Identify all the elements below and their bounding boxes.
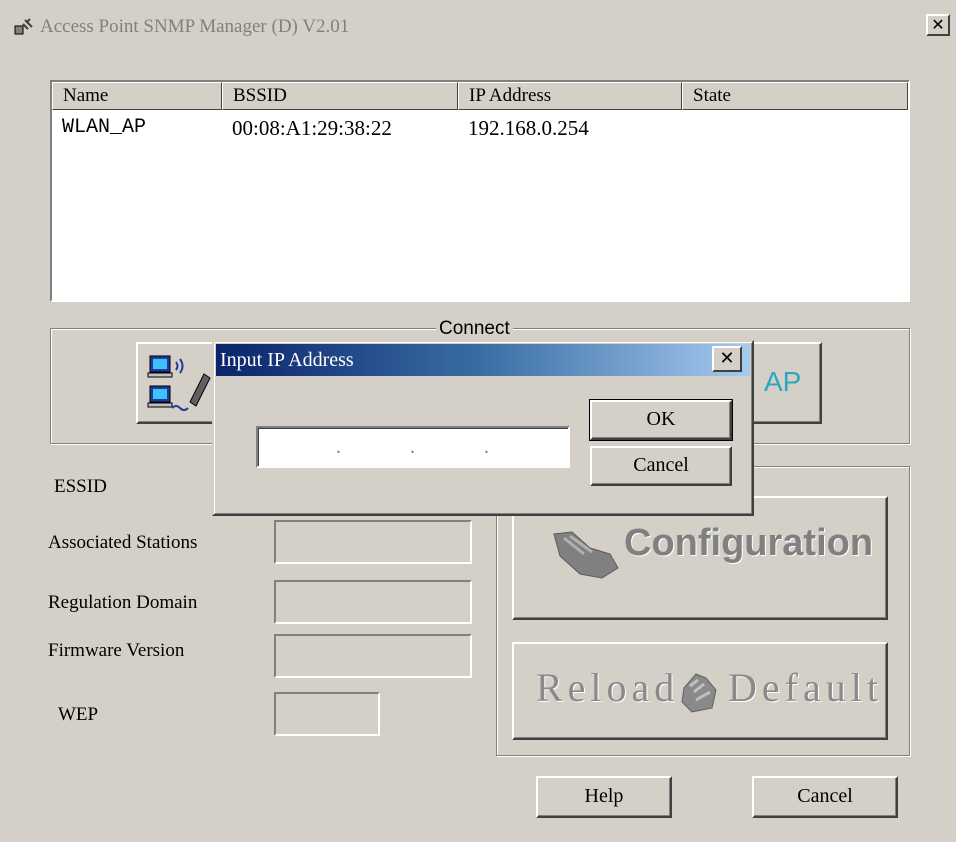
hand-wrench-icon (553, 531, 619, 579)
reload-label: Reload (536, 665, 680, 710)
connect-group-label: Connect (436, 318, 513, 340)
dialog-title-bar[interactable]: Input IP Address (216, 344, 750, 376)
row-name: WLAN_AP (62, 116, 147, 139)
window-title: Access Point SNMP Manager (D) V2.01 (40, 16, 350, 37)
help-button[interactable]: Help (536, 776, 672, 818)
window-close-button[interactable]: ✕ (926, 14, 950, 36)
regulation-domain-label: Regulation Domain (48, 592, 198, 613)
firmware-version-field (274, 634, 472, 678)
row-ip: 192.168.0.254 (468, 116, 589, 140)
main-window: Access Point SNMP Manager (D) V2.01 ✕ Na… (0, 0, 956, 842)
regulation-domain-field (274, 580, 472, 624)
associated-stations-field (274, 520, 472, 564)
table-row[interactable]: WLAN_AP 00:08:A1:29:38:22 192.168.0.254 (52, 114, 908, 142)
column-header-bssid[interactable]: BSSID (222, 82, 458, 110)
default-label: Default (728, 665, 883, 710)
ok-button[interactable]: OK (590, 400, 732, 440)
dialog-title: Input IP Address (220, 349, 354, 371)
essid-label: ESSID (54, 476, 107, 497)
wep-label: WEP (58, 704, 99, 725)
app-icon (14, 18, 33, 35)
column-header-state[interactable]: State (682, 82, 908, 110)
ap-list[interactable]: Name BSSID IP Address State WLAN_AP 00:0… (50, 80, 910, 302)
row-bssid: 00:08:A1:29:38:22 (232, 116, 392, 140)
title-bar[interactable]: Access Point SNMP Manager (D) V2.01 (4, 6, 952, 46)
wep-field (274, 692, 380, 736)
column-header-name[interactable]: Name (52, 82, 222, 110)
network-computers-icon (147, 355, 211, 411)
configuration-label: Configuration (624, 522, 874, 564)
ip-separator-3: . (484, 436, 489, 458)
cancel-button[interactable]: Cancel (752, 776, 898, 818)
column-header-ip[interactable]: IP Address (458, 82, 682, 110)
reload-default-button[interactable]: Reload Default (512, 642, 888, 740)
ap-label: AP (764, 366, 802, 397)
associated-stations-label: Associated Stations (48, 532, 198, 553)
dialog-cancel-button[interactable]: Cancel (590, 446, 732, 486)
ip-separator-2: . (410, 436, 415, 458)
ip-separator-1: . (336, 436, 341, 458)
ip-address-input[interactable]: . . . (256, 426, 570, 468)
dialog-close-button[interactable]: ✕ (712, 346, 742, 372)
hand-stamp-icon (681, 673, 717, 713)
list-header: Name BSSID IP Address State (52, 82, 908, 110)
input-ip-dialog: Input IP Address ✕ . . . OK Cancel (212, 340, 754, 516)
firmware-version-label: Firmware Version (48, 640, 185, 661)
